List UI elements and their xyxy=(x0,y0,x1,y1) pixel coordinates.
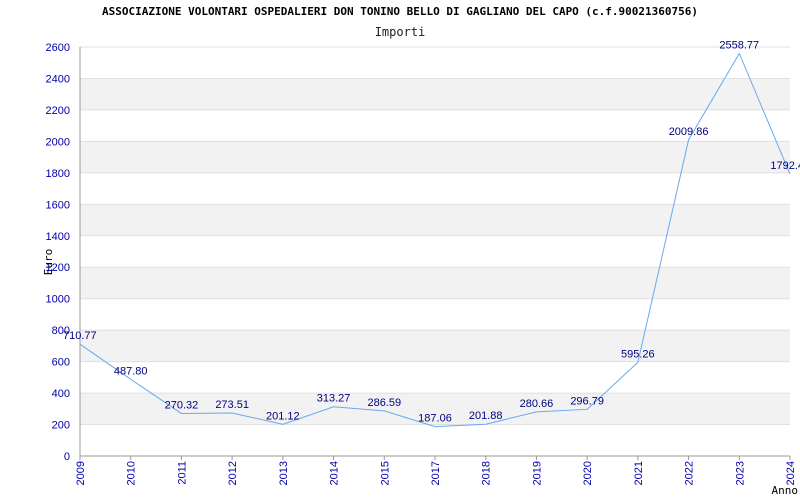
x-tick-label: 2021 xyxy=(633,461,645,485)
x-tick-label: 2023 xyxy=(734,461,746,485)
x-tick-label: 2017 xyxy=(430,461,442,485)
y-tick-label: 600 xyxy=(52,357,70,369)
y-tick-label: 200 xyxy=(52,420,70,432)
x-tick-label: 2020 xyxy=(582,461,594,485)
x-axis-label: Anno xyxy=(772,484,799,497)
data-label: 710.77 xyxy=(63,330,97,342)
grid-band xyxy=(80,204,790,236)
y-tick-label: 2400 xyxy=(46,73,70,85)
y-tick-label: 1800 xyxy=(46,168,70,180)
y-tick-label: 1000 xyxy=(46,294,70,306)
data-label: 273.51 xyxy=(215,399,249,411)
data-label: 313.27 xyxy=(317,393,351,405)
data-label: 2558.77 xyxy=(719,39,759,51)
data-label: 487.80 xyxy=(114,365,148,377)
x-tick-label: 2022 xyxy=(684,461,696,485)
x-tick-label: 2009 xyxy=(75,461,87,485)
y-tick-label: 2200 xyxy=(46,105,70,117)
y-tick-label: 2600 xyxy=(46,42,70,54)
line-chart: 0200400600800100012001400160018002000220… xyxy=(42,39,800,497)
y-tick-label: 0 xyxy=(64,451,70,463)
y-tick-label: 1600 xyxy=(46,199,70,211)
x-tick-label: 2013 xyxy=(278,461,290,485)
x-tick-label: 2024 xyxy=(785,461,797,485)
y-tick-label: 1400 xyxy=(46,231,70,243)
x-tick-label: 2010 xyxy=(126,461,138,485)
data-label: 270.32 xyxy=(165,399,199,411)
data-label: 595.26 xyxy=(621,348,655,360)
data-label: 296.79 xyxy=(570,395,604,407)
data-label: 201.88 xyxy=(469,410,503,422)
grid-band xyxy=(80,330,790,362)
grid-band xyxy=(80,78,790,110)
grid-band xyxy=(80,267,790,299)
x-tick-label: 2019 xyxy=(531,461,543,485)
x-tick-label: 2015 xyxy=(379,461,391,485)
x-tick-label: 2011 xyxy=(176,461,188,485)
x-tick-label: 2018 xyxy=(481,461,493,485)
data-label: 2009.86 xyxy=(669,126,709,138)
y-tick-label: 2000 xyxy=(46,136,70,148)
data-label: 187.06 xyxy=(418,413,452,425)
grid-band xyxy=(80,141,790,173)
y-axis-label: Euro xyxy=(42,249,55,276)
data-label: 286.59 xyxy=(367,397,401,409)
data-label: 280.66 xyxy=(520,398,554,410)
data-label: 201.12 xyxy=(266,410,300,422)
y-tick-label: 400 xyxy=(52,388,70,400)
data-label: 1792.4 xyxy=(770,160,800,172)
x-tick-label: 2014 xyxy=(329,461,341,485)
x-tick-label: 2012 xyxy=(227,461,239,485)
